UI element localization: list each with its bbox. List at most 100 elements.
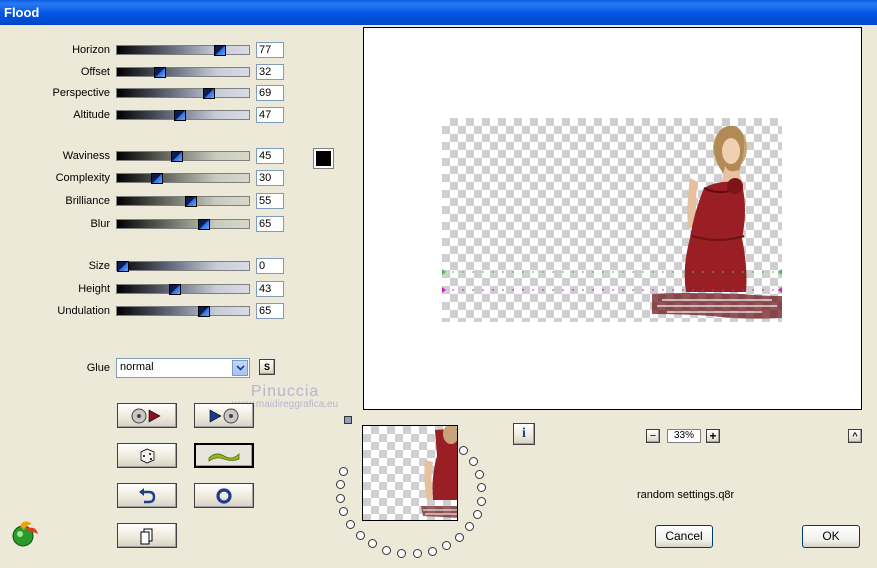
dial-dot[interactable]: [476, 497, 486, 507]
wave-icon: [208, 452, 240, 462]
preview-panel[interactable]: [363, 27, 862, 410]
offset-value-field[interactable]: 32: [256, 64, 284, 80]
dial-dot[interactable]: [477, 483, 487, 493]
perspective-value-field[interactable]: 69: [256, 85, 284, 101]
blur-slider[interactable]: [116, 219, 250, 230]
save-settings-button[interactable]: [194, 403, 254, 428]
complexity-slider-thumb[interactable]: [151, 173, 164, 184]
offset-slider-thumb[interactable]: [153, 67, 166, 78]
size-slider-thumb[interactable]: [117, 261, 129, 272]
undulation-slider-thumb[interactable]: [198, 306, 211, 317]
dial-dot[interactable]: [381, 545, 391, 555]
dial-dot[interactable]: [474, 469, 484, 479]
size-value-field[interactable]: 0: [256, 258, 284, 274]
woman-in-red-dress-image: [442, 125, 782, 319]
blur-label: Blur: [90, 218, 110, 230]
random-settings-filename: random settings.q8r: [637, 489, 735, 501]
height-value-field[interactable]: 43: [256, 281, 284, 297]
dial-dot[interactable]: [459, 446, 469, 456]
altitude-slider-thumb[interactable]: [173, 110, 186, 121]
dial-dot[interactable]: [339, 507, 349, 517]
dial-dot[interactable]: [339, 467, 349, 476]
dial-dot[interactable]: [442, 541, 452, 551]
dial-dot[interactable]: [367, 539, 377, 549]
chevron-down-icon[interactable]: [232, 360, 248, 376]
complexity-value-field[interactable]: 30: [256, 170, 284, 186]
info-icon: i: [522, 426, 526, 441]
zoom-out-button[interactable]: −: [646, 429, 660, 443]
plus-icon: +: [709, 429, 717, 443]
altitude-value-field[interactable]: 47: [256, 107, 284, 123]
dial-dot[interactable]: [454, 532, 464, 542]
horizon-slider-thumb[interactable]: [214, 45, 227, 56]
info-button[interactable]: i: [513, 423, 535, 445]
document-icon: [140, 528, 153, 544]
blur-value-field[interactable]: 65: [256, 216, 284, 232]
undulation-value-field[interactable]: 65: [256, 303, 284, 319]
ok-button-label: OK: [822, 529, 840, 543]
altitude-slider[interactable]: [116, 110, 250, 121]
height-slider-thumb[interactable]: [168, 284, 181, 295]
random-dice-button[interactable]: [117, 443, 177, 468]
glue-s-button[interactable]: S: [259, 359, 275, 375]
zoom-level: 33%: [667, 429, 701, 443]
waviness-slider-thumb[interactable]: [171, 151, 184, 162]
dial-dot[interactable]: [468, 457, 478, 467]
perspective-slider-thumb[interactable]: [203, 88, 216, 99]
dial-dot[interactable]: [335, 494, 345, 504]
reset-button[interactable]: [117, 483, 177, 508]
height-label: Height: [78, 283, 110, 295]
app-logo-icon: [10, 520, 40, 551]
dial-dot[interactable]: [396, 548, 406, 558]
dial-dot[interactable]: [427, 546, 437, 556]
chevron-up-icon: ^: [852, 431, 858, 441]
glue-selected-value: normal: [120, 361, 154, 373]
window-title: Flood: [4, 5, 40, 20]
horizon-value-field[interactable]: 77: [256, 42, 284, 58]
dial-dot[interactable]: [345, 519, 355, 529]
waviness-value-field[interactable]: 45: [256, 148, 284, 164]
dial-dot[interactable]: [472, 510, 482, 520]
brilliance-value-field[interactable]: 55: [256, 193, 284, 209]
circle-mode-button[interactable]: [194, 483, 254, 508]
horizon-slider[interactable]: [116, 45, 250, 56]
offset-slider[interactable]: [116, 67, 250, 78]
cancel-button[interactable]: Cancel: [655, 525, 713, 548]
undulation-label: Undulation: [57, 305, 110, 317]
undulation-slider[interactable]: [116, 306, 250, 317]
dial-dot[interactable]: [412, 549, 422, 559]
dial-dot[interactable]: [355, 530, 365, 540]
dial-dot[interactable]: [465, 522, 475, 532]
wave-mode-button[interactable]: [194, 443, 254, 468]
waviness-slider[interactable]: [116, 151, 250, 162]
dice-icon: [140, 448, 155, 463]
size-label: Size: [88, 260, 110, 272]
zoom-in-button[interactable]: +: [706, 429, 720, 443]
waviness-label: Waviness: [62, 150, 110, 162]
preview-image: [442, 118, 782, 322]
blur-slider-thumb[interactable]: [198, 219, 211, 230]
height-slider[interactable]: [116, 284, 250, 295]
copy-button[interactable]: [117, 523, 177, 548]
ok-button[interactable]: OK: [802, 525, 860, 548]
load-settings-button[interactable]: [117, 403, 177, 428]
complexity-slider[interactable]: [116, 173, 250, 184]
collapse-preview-button[interactable]: ^: [848, 429, 862, 443]
dial-handle[interactable]: [344, 416, 352, 424]
glue-select[interactable]: normal: [116, 358, 250, 378]
glue-label: Glue: [86, 362, 110, 374]
navigator-thumbnail[interactable]: [362, 425, 458, 521]
color-swatch[interactable]: [313, 148, 334, 169]
size-slider[interactable]: [116, 261, 250, 272]
dial-dot[interactable]: [335, 480, 345, 490]
title-bar: Flood: [0, 0, 877, 25]
offset-label: Offset: [80, 66, 110, 78]
minus-icon: −: [649, 430, 657, 442]
zoom-level-text: 33%: [673, 430, 694, 441]
brilliance-slider[interactable]: [116, 196, 250, 207]
undo-icon: [139, 487, 156, 503]
load-settings-icon: [131, 408, 161, 423]
brilliance-slider-thumb[interactable]: [184, 196, 197, 207]
perspective-slider[interactable]: [116, 88, 250, 99]
save-settings-icon: [209, 408, 239, 423]
